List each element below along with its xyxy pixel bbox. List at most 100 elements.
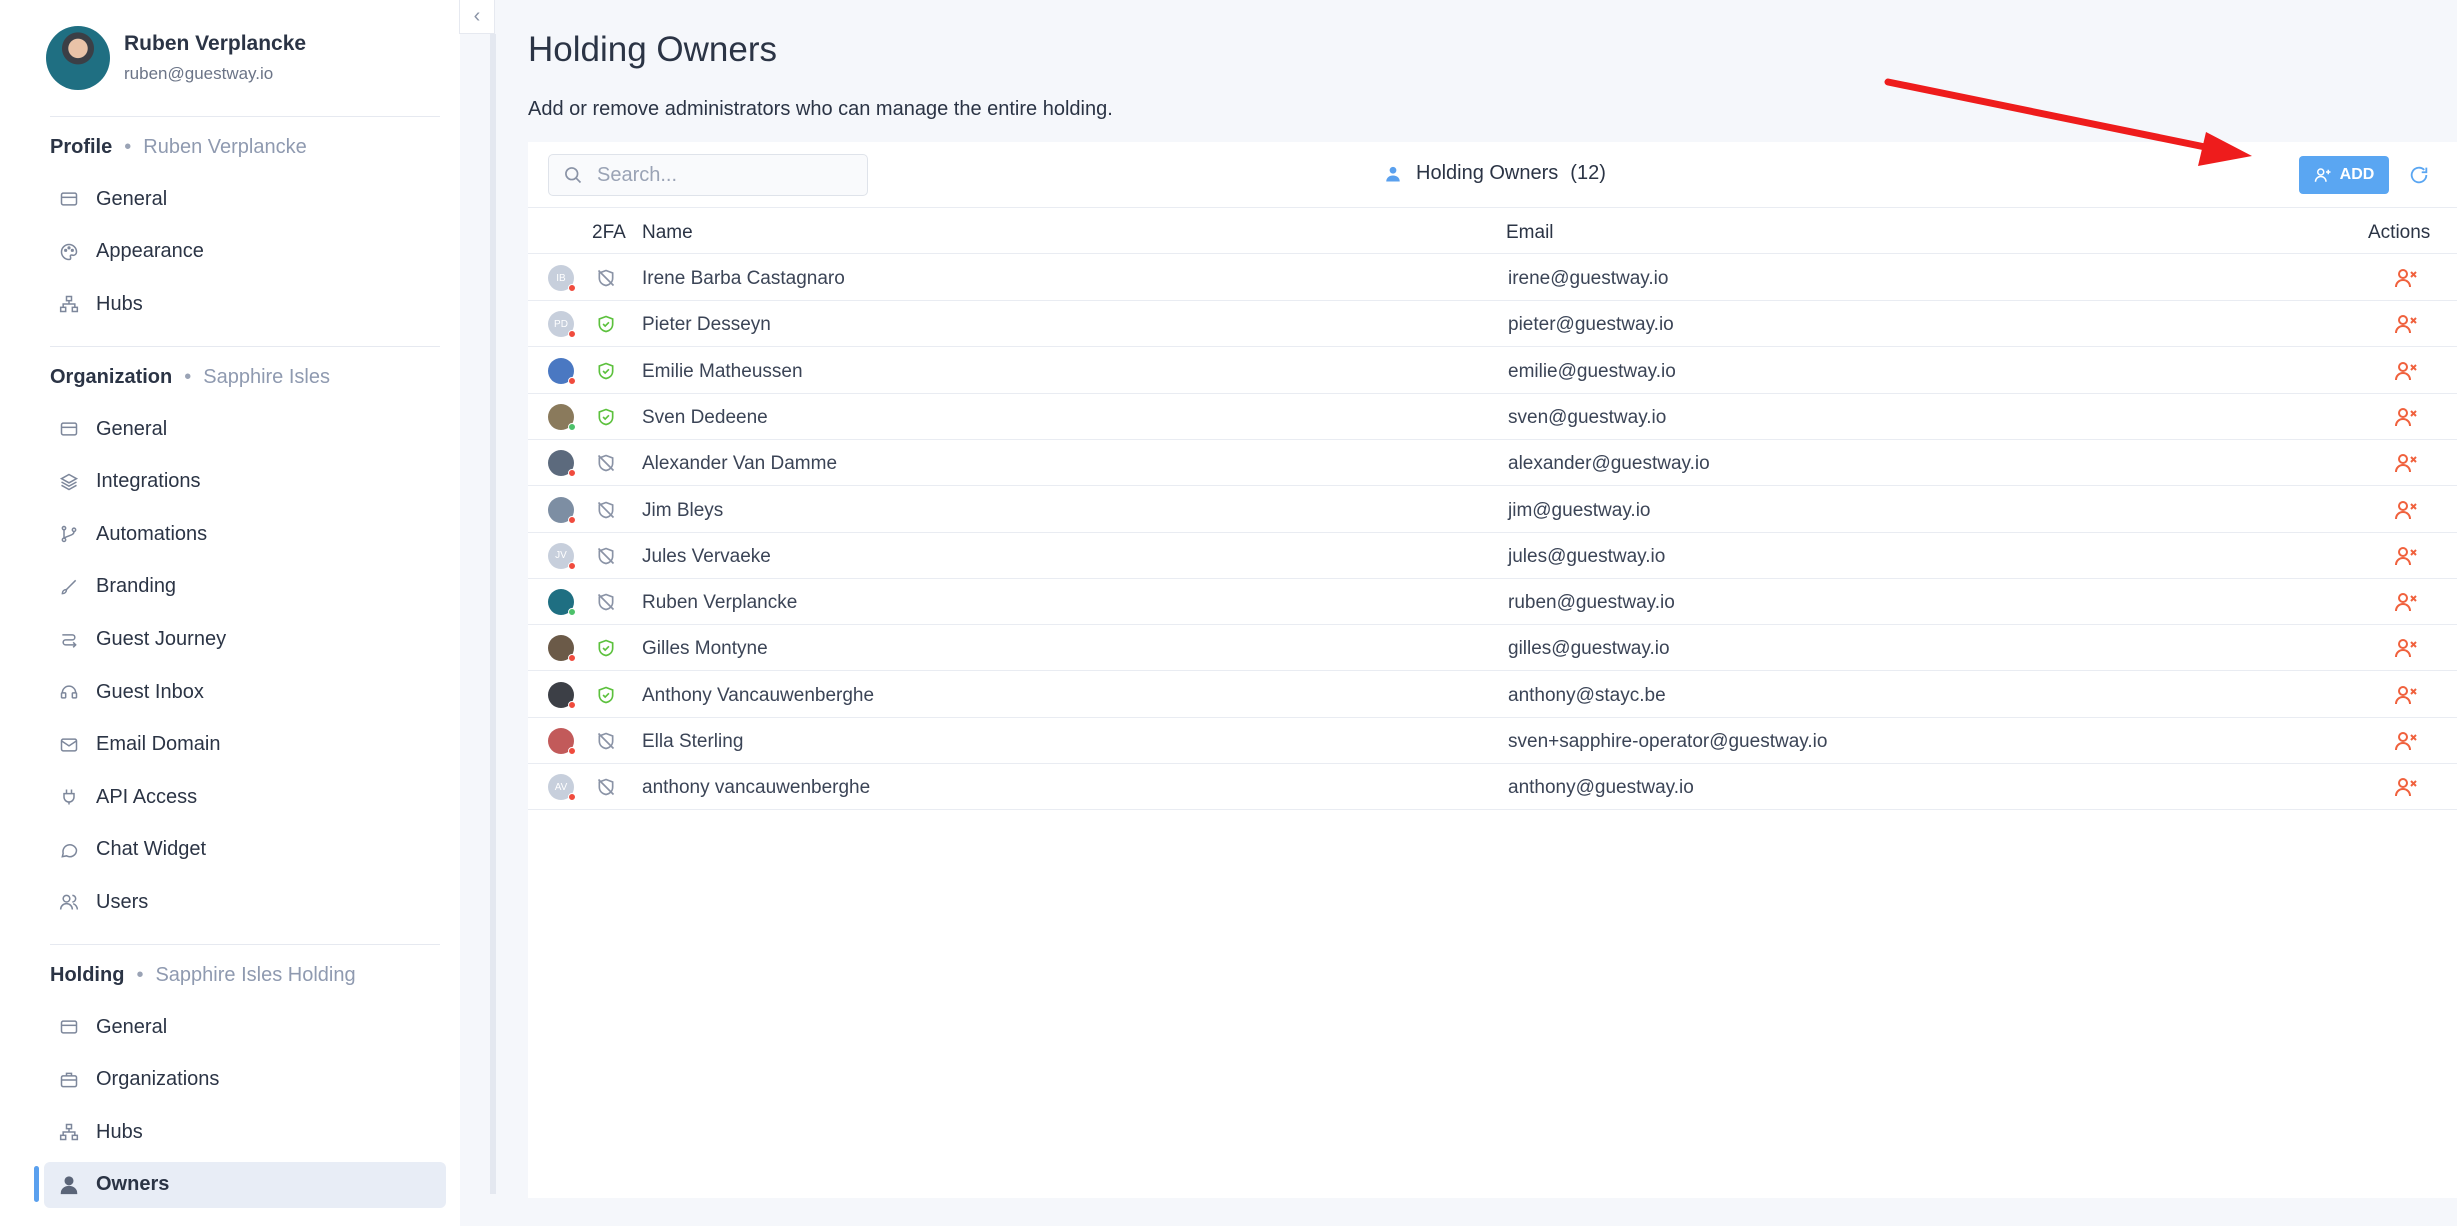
remove-user-icon — [2395, 361, 2417, 380]
sidebar-item-label: Guest Inbox — [96, 680, 204, 703]
remove-owner-button[interactable] — [2394, 590, 2418, 614]
card-icon — [58, 418, 80, 440]
section-subtitle: Ruben Verplancke — [143, 136, 307, 158]
sidebar-item-organization-integrations[interactable]: Integrations — [44, 459, 446, 505]
sidebar-item-organization-api-access[interactable]: API Access — [44, 774, 446, 820]
avatar — [46, 26, 110, 90]
sidebar-item-label: Appearance — [96, 240, 204, 263]
status-dot — [568, 561, 576, 570]
sidebar-item-organization-guest-journey[interactable]: Guest Journey — [44, 616, 446, 662]
active-indicator — [34, 1166, 39, 1202]
toolbar: Holding Owners (12) ADD — [528, 142, 2457, 208]
avatar: PD — [548, 311, 576, 339]
sidebar-item-holding-organizations[interactable]: Organizations — [44, 1057, 446, 1103]
remove-owner-button[interactable] — [2394, 451, 2418, 475]
divider — [50, 346, 440, 347]
avatar — [548, 681, 576, 709]
table-row: AV anthony vancauwenberghe anthony@guestwa… — [528, 764, 2457, 811]
separator-dot: • — [124, 136, 132, 158]
remove-user-icon — [2395, 639, 2417, 658]
column-name[interactable]: Name — [642, 222, 693, 244]
remove-owner-button[interactable] — [2394, 498, 2418, 522]
status-dot — [568, 515, 576, 524]
sidebar-item-holding-owners[interactable]: Owners — [44, 1161, 446, 1208]
collapse-sidebar-button[interactable]: ‹ — [459, 0, 495, 34]
status-dot — [568, 700, 576, 709]
section-subtitle: Sapphire Isles — [203, 366, 330, 388]
avatar — [548, 635, 576, 663]
shield-off-icon — [596, 777, 616, 797]
section-title-holding: Holding • Sapphire Isles Holding — [50, 964, 356, 987]
remove-user-icon — [2395, 778, 2417, 797]
sidebar-item-label: General — [96, 1015, 168, 1038]
separator-dot: • — [184, 366, 192, 388]
sidebar-item-organization-guest-inbox[interactable]: Guest Inbox — [44, 669, 446, 715]
hierarchy-icon — [58, 1121, 80, 1143]
shield-off-icon — [596, 453, 616, 473]
remove-owner-button[interactable] — [2394, 683, 2418, 707]
sidebar-item-holding-hubs[interactable]: Hubs — [44, 1109, 446, 1155]
sidebar-item-profile-general[interactable]: General — [44, 176, 446, 222]
card-icon — [58, 1016, 80, 1038]
owner-name: Jules Vervaeke — [642, 545, 771, 567]
section-title-label: Holding — [50, 964, 125, 986]
panel-heading-label: Holding Owners — [1416, 162, 1559, 184]
remove-owner-button[interactable] — [2394, 312, 2418, 336]
sidebar-item-profile-hubs[interactable]: Hubs — [44, 281, 446, 327]
column-email[interactable]: Email — [1506, 222, 1554, 244]
brush-icon — [58, 576, 80, 598]
remove-owner-button[interactable] — [2394, 359, 2418, 383]
sidebar-item-organization-general[interactable]: General — [44, 406, 446, 452]
remove-user-icon — [2395, 500, 2417, 519]
owner-name: Irene Barba Castagnaro — [642, 268, 845, 289]
avatar: JV — [548, 542, 576, 570]
remove-user-icon — [2395, 546, 2417, 565]
sidebar-item-organization-chat-widget[interactable]: Chat Widget — [44, 827, 446, 873]
sidebar-item-organization-automations[interactable]: Automations — [44, 511, 446, 557]
sidebar-item-label: Hubs — [96, 1120, 143, 1143]
table-row: PD Pieter Desseyn pieter@guestway.io — [528, 301, 2457, 348]
profile-name: Ruben Verplancke — [124, 32, 307, 55]
owner-email: alexander@guestway.io — [1508, 453, 1710, 475]
remove-owner-button[interactable] — [2394, 544, 2418, 568]
sidebar-item-organization-users[interactable]: Users — [44, 879, 446, 925]
remove-owner-button[interactable] — [2394, 729, 2418, 753]
shield-check-icon — [596, 314, 616, 334]
shield-off-icon — [596, 731, 616, 751]
sidebar-item-holding-general[interactable]: General — [44, 1004, 446, 1050]
status-dot — [568, 330, 576, 339]
owner-email: pieter@guestway.io — [1508, 314, 1674, 336]
profile-header[interactable]: Ruben Verplancke ruben@guestway.io — [46, 26, 306, 90]
shield-check-icon — [596, 407, 616, 427]
add-owner-button[interactable]: ADD — [2299, 156, 2389, 194]
divider — [50, 944, 440, 945]
sidebar-item-label: Chat Widget — [96, 838, 207, 861]
sidebar-item-label: Branding — [96, 575, 177, 598]
search-input[interactable] — [597, 163, 847, 187]
sidebar-item-label: Organizations — [96, 1068, 220, 1091]
sidebar-item-organization-email-domain[interactable]: Email Domain — [44, 722, 446, 768]
users-icon — [58, 891, 80, 913]
profile-email: ruben@guestway.io — [124, 64, 274, 83]
status-dot — [568, 284, 576, 292]
sidebar-item-organization-branding[interactable]: Branding — [44, 564, 446, 610]
avatar-initials: AV — [554, 781, 568, 793]
owner-name: Emilie Matheussen — [642, 360, 803, 382]
remove-owner-button[interactable] — [2394, 405, 2418, 429]
avatar-initials: IB — [556, 272, 566, 284]
remove-owner-button[interactable] — [2394, 775, 2418, 799]
remove-owner-button[interactable] — [2394, 636, 2418, 660]
refresh-icon — [2410, 166, 2428, 184]
card-icon — [58, 188, 80, 210]
page-title: Holding Owners — [528, 30, 777, 69]
scrollbar[interactable] — [490, 34, 496, 1194]
refresh-button[interactable] — [2408, 164, 2432, 188]
remove-owner-button[interactable] — [2394, 266, 2418, 290]
search-box[interactable] — [548, 154, 868, 196]
sidebar-item-profile-appearance[interactable]: Appearance — [44, 229, 446, 275]
section-subtitle: Sapphire Isles Holding — [155, 964, 356, 986]
owner-name: Ruben Verplancke — [642, 592, 798, 614]
table-row: JV Jules Vervaeke jules@guestway.io — [528, 533, 2457, 579]
owner-name: anthony vancauwenberghe — [642, 777, 871, 799]
column-2fa: 2FA — [592, 222, 626, 243]
